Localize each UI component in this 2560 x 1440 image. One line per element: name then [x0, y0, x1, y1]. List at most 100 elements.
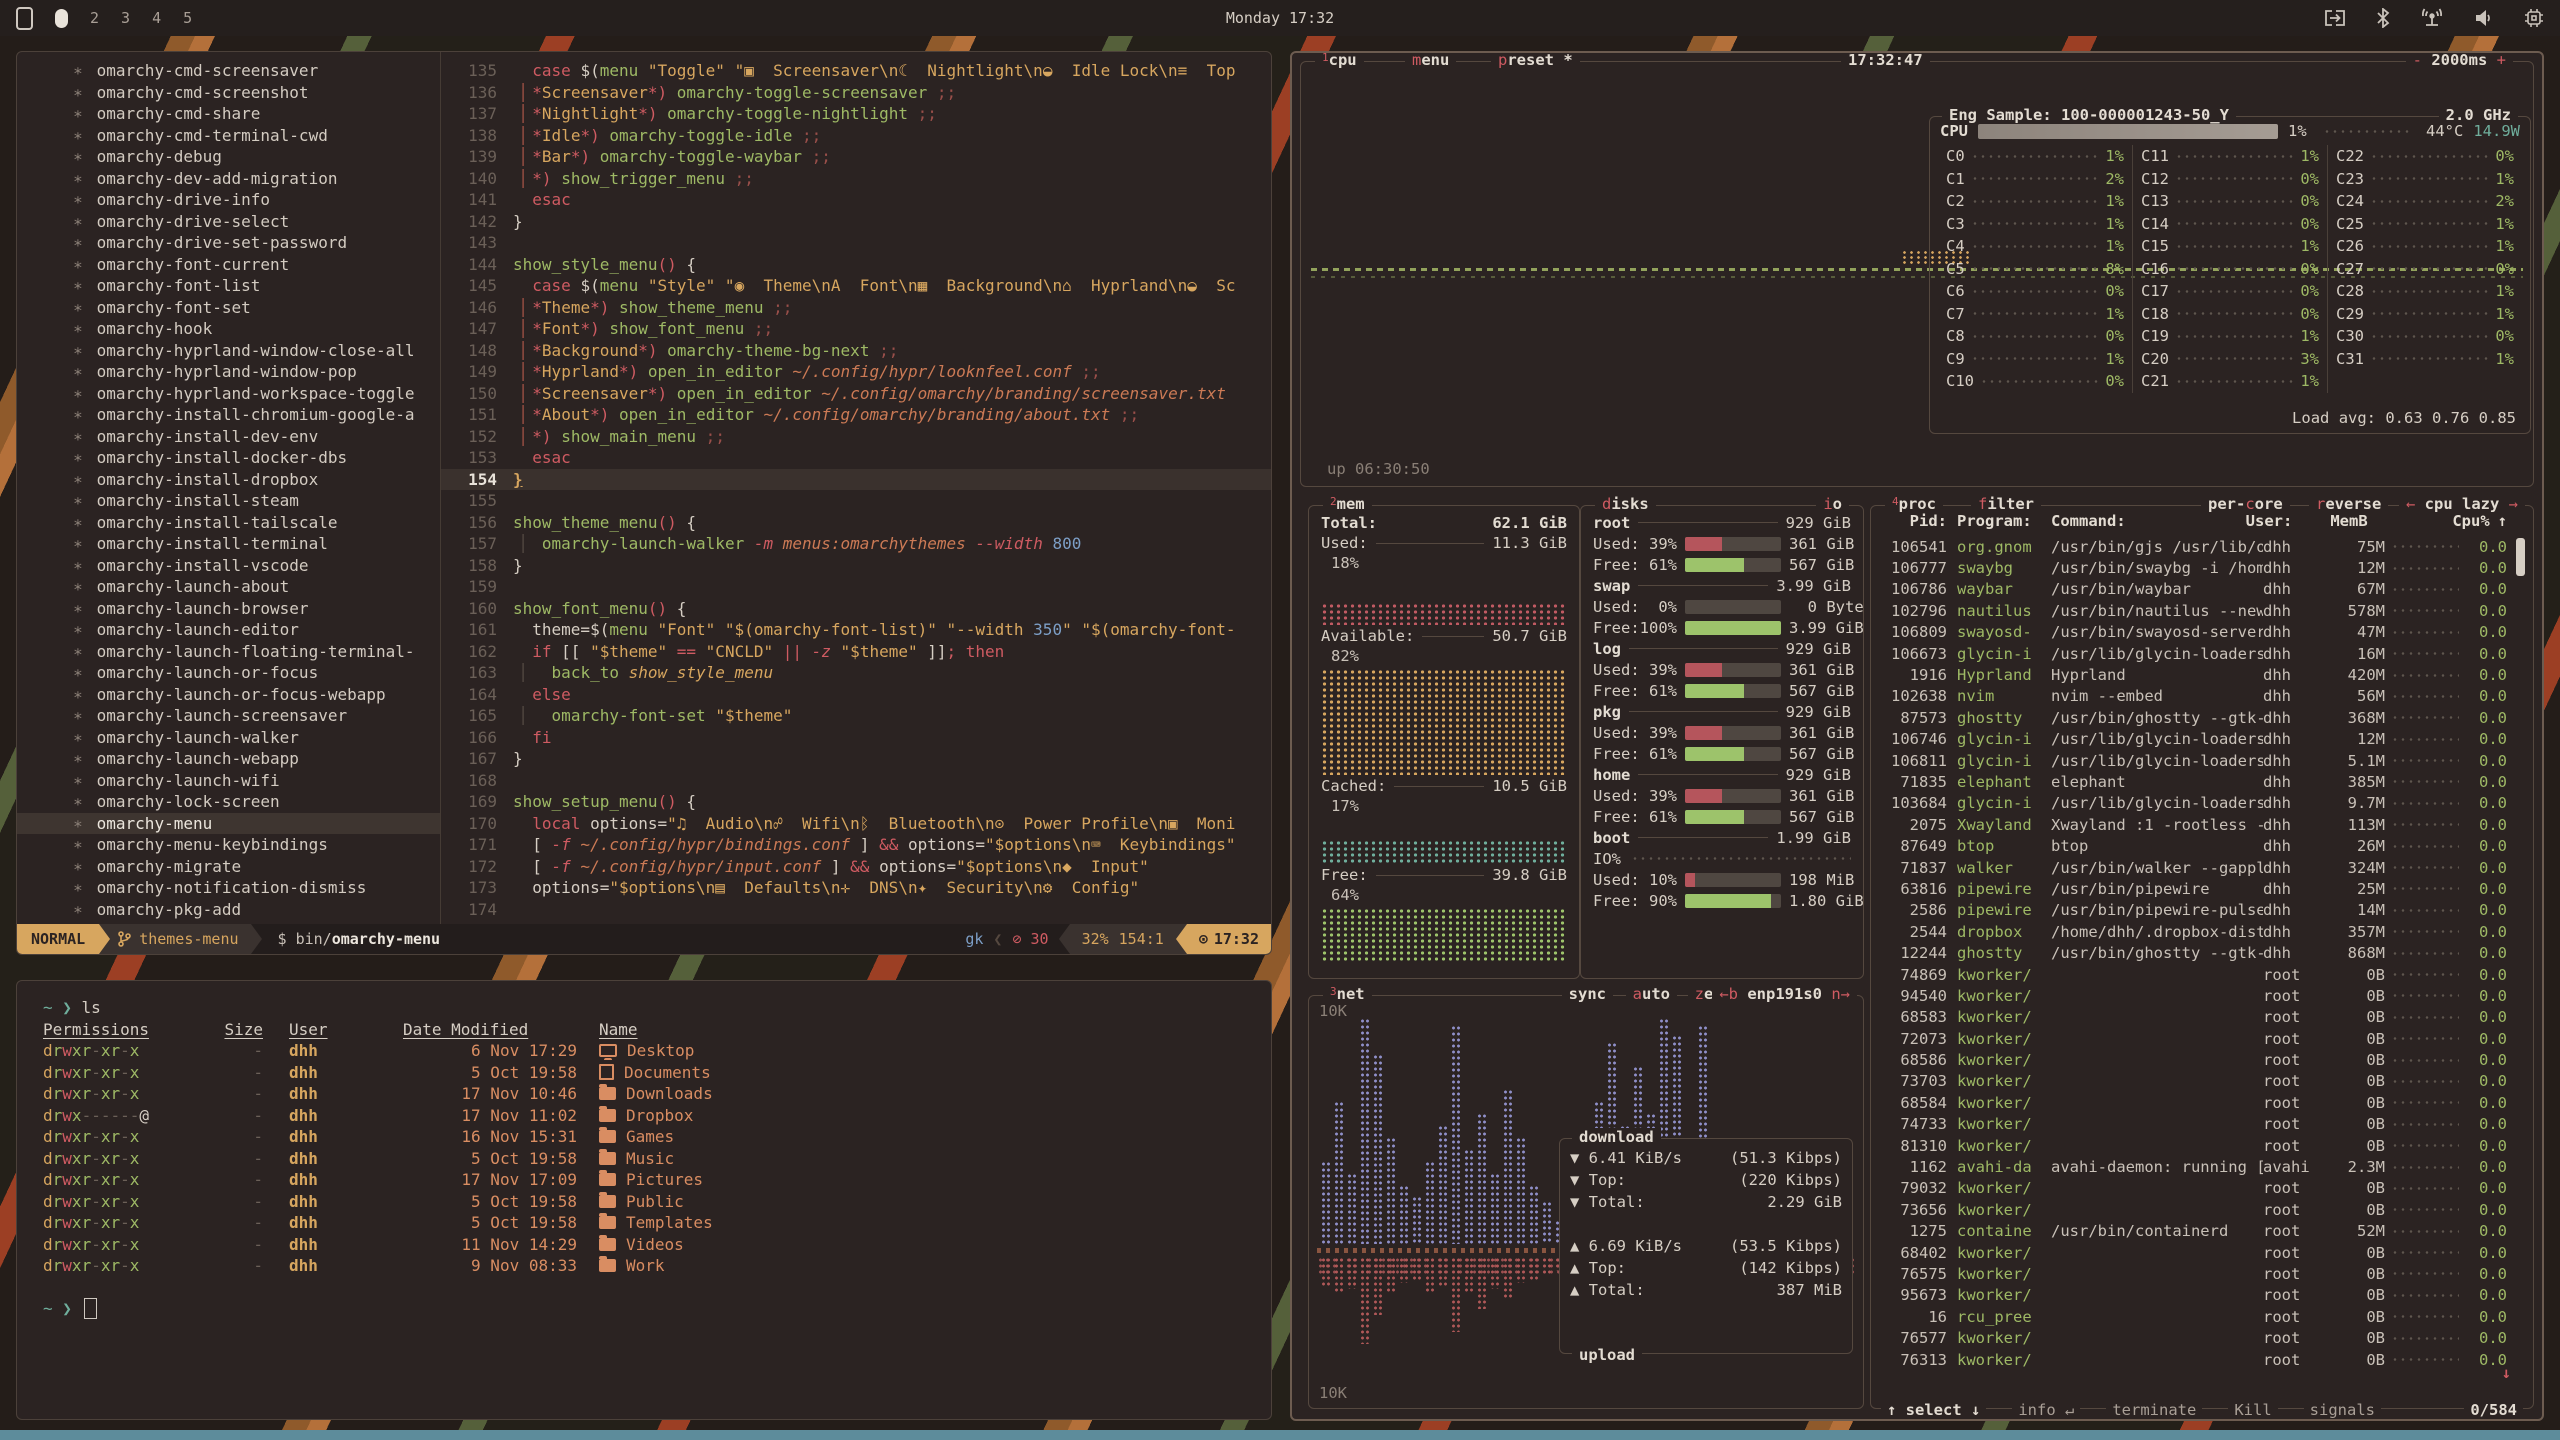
proc-sort-nav[interactable]: ← cpu lazy →: [2399, 495, 2525, 513]
process-row[interactable]: 76577kworker/root0B0.0: [1883, 1327, 2507, 1348]
process-row[interactable]: 106786waybar/usr/bin/waybardhh67M0.0: [1883, 579, 2507, 600]
workspace-5[interactable]: 5: [183, 9, 192, 27]
process-row[interactable]: 106811glycin-i/usr/lib/glycin-loadersdhh…: [1883, 750, 2507, 771]
disks-box-title[interactable]: disks: [1595, 495, 1656, 513]
workspace-device-icon[interactable]: [16, 7, 33, 30]
file-item[interactable]: ∗omarchy-menu: [17, 813, 440, 835]
screencast-icon[interactable]: [2324, 9, 2346, 27]
process-row[interactable]: 106777swaybg/usr/bin/swaybg -i /homdhh12…: [1883, 557, 2507, 578]
net-auto-button[interactable]: auto: [1626, 985, 1677, 1003]
mem-box-title[interactable]: 2mem: [1323, 495, 1372, 513]
file-item[interactable]: ∗omarchy-dev-add-migration: [17, 168, 440, 190]
cpu-box-title[interactable]: 1cpu: [1315, 51, 1364, 69]
file-item[interactable]: ∗omarchy-notification-dismiss: [17, 877, 440, 899]
file-item[interactable]: ∗omarchy-menu-keybindings: [17, 834, 440, 856]
process-row[interactable]: 106746glycin-i/usr/lib/glycin-loadersdhh…: [1883, 729, 2507, 750]
process-row[interactable]: 103684glycin-i/usr/lib/glycin-loadersdhh…: [1883, 793, 2507, 814]
process-row[interactable]: 16rcu_preeroot0B0.0: [1883, 1306, 2507, 1327]
io-toggle[interactable]: io: [1816, 495, 1849, 513]
process-row[interactable]: 94540kworker/root0B0.0: [1883, 985, 2507, 1006]
proc-scrollbar[interactable]: [2516, 538, 2525, 576]
net-interface-switch[interactable]: ←b enp191s0 n→: [1712, 985, 1857, 1003]
process-row[interactable]: 74869kworker/root0B0.0: [1883, 964, 2507, 985]
file-item[interactable]: ∗omarchy-install-docker-dbs: [17, 447, 440, 469]
file-item[interactable]: ∗omarchy-hook: [17, 318, 440, 340]
file-item[interactable]: ∗omarchy-launch-or-focus: [17, 662, 440, 684]
process-row[interactable]: 71835elephantelephantdhh385M0.0: [1883, 771, 2507, 792]
preset-button[interactable]: preset *: [1491, 51, 1580, 69]
volume-icon[interactable]: [2474, 9, 2494, 27]
process-row[interactable]: 95673kworker/root0B0.0: [1883, 1285, 2507, 1306]
process-row[interactable]: 63816pipewire/usr/bin/pipewiredhh25M0.0: [1883, 878, 2507, 899]
chip-icon[interactable]: [2524, 8, 2544, 28]
workspace-3[interactable]: 3: [121, 9, 130, 27]
process-row[interactable]: 68583kworker/root0B0.0: [1883, 1007, 2507, 1028]
file-item[interactable]: ∗omarchy-hyprland-workspace-toggle: [17, 383, 440, 405]
file-item[interactable]: ∗omarchy-install-chromium-google-a: [17, 404, 440, 426]
file-item[interactable]: ∗omarchy-hyprland-window-close-all: [17, 340, 440, 362]
file-item[interactable]: ∗omarchy-drive-set-password: [17, 232, 440, 254]
file-item[interactable]: ∗omarchy-cmd-share: [17, 103, 440, 125]
workspace-2[interactable]: 2: [90, 9, 99, 27]
signals-control[interactable]: signals: [2304, 1401, 2381, 1419]
process-row[interactable]: 76575kworker/root0B0.0: [1883, 1263, 2507, 1284]
file-item[interactable]: ∗omarchy-drive-info: [17, 189, 440, 211]
proc-filter-button[interactable]: filter: [1971, 495, 2041, 513]
file-item[interactable]: ∗omarchy-launch-floating-terminal-: [17, 641, 440, 663]
window-terminal[interactable]: ~ ❯ lsPermissionsSizeUserDate ModifiedNa…: [16, 980, 1272, 1420]
file-item[interactable]: ∗omarchy-install-dev-env: [17, 426, 440, 448]
net-sync-button[interactable]: sync: [1562, 985, 1613, 1003]
proc-box-title[interactable]: 4proc: [1885, 495, 1943, 513]
workspace-active-indicator[interactable]: [55, 9, 68, 28]
scroll-down-icon[interactable]: ↓: [2502, 1364, 2511, 1382]
process-row[interactable]: 68402kworker/root0B0.0: [1883, 1242, 2507, 1263]
kill-control[interactable]: Kill: [2228, 1401, 2277, 1419]
process-row[interactable]: 74733kworker/root0B0.0: [1883, 1114, 2507, 1135]
proc-reverse-button[interactable]: reverse: [2309, 495, 2388, 513]
file-item[interactable]: ∗omarchy-hyprland-window-pop: [17, 361, 440, 383]
process-row[interactable]: 1162avahi-daavahi-daemon: running [avahi…: [1883, 1156, 2507, 1177]
process-row[interactable]: 2075XwaylandXwayland :1 -rootless -dhh11…: [1883, 814, 2507, 835]
process-row[interactable]: 73703kworker/root0B0.0: [1883, 1071, 2507, 1092]
process-row[interactable]: 106541org.gnom/usr/bin/gjs /usr/lib/odhh…: [1883, 536, 2507, 557]
file-item[interactable]: ∗omarchy-install-terminal: [17, 533, 440, 555]
process-row[interactable]: 76313kworker/root0B0.0: [1883, 1349, 2507, 1370]
process-row[interactable]: 79032kworker/root0B0.0: [1883, 1178, 2507, 1199]
process-row[interactable]: 1275containe/usr/bin/containerdroot52M0.…: [1883, 1221, 2507, 1242]
file-item[interactable]: ∗omarchy-launch-webapp: [17, 748, 440, 770]
file-item[interactable]: ∗omarchy-cmd-screenshot: [17, 82, 440, 104]
file-item[interactable]: ∗omarchy-install-steam: [17, 490, 440, 512]
process-row[interactable]: 68586kworker/root0B0.0: [1883, 1049, 2507, 1070]
terminate-control[interactable]: terminate: [2106, 1401, 2202, 1419]
workspace-4[interactable]: 4: [152, 9, 161, 27]
file-item[interactable]: ∗omarchy-pkg-add: [17, 899, 440, 921]
info-control[interactable]: info ↵: [2012, 1401, 2080, 1419]
process-row[interactable]: 106673glycin-i/usr/lib/glycin-loadersdhh…: [1883, 643, 2507, 664]
process-row[interactable]: 73656kworker/root0B0.0: [1883, 1199, 2507, 1220]
menu-button[interactable]: menu: [1405, 51, 1456, 69]
file-item[interactable]: ∗omarchy-drive-select: [17, 211, 440, 233]
file-item[interactable]: ∗omarchy-migrate: [17, 856, 440, 878]
file-item[interactable]: ∗omarchy-launch-or-focus-webapp: [17, 684, 440, 706]
bluetooth-icon[interactable]: [2376, 8, 2390, 28]
file-item[interactable]: ∗omarchy-launch-walker: [17, 727, 440, 749]
process-row[interactable]: 102796nautilus/usr/bin/nautilus --newdhh…: [1883, 600, 2507, 621]
file-item[interactable]: ∗omarchy-font-set: [17, 297, 440, 319]
process-row[interactable]: 72073kworker/root0B0.0: [1883, 1028, 2507, 1049]
file-item[interactable]: ∗omarchy-launch-screensaver: [17, 705, 440, 727]
file-item[interactable]: ∗omarchy-install-dropbox: [17, 469, 440, 491]
file-item[interactable]: ∗omarchy-cmd-terminal-cwd: [17, 125, 440, 147]
file-item[interactable]: ∗omarchy-install-tailscale: [17, 512, 440, 534]
process-row[interactable]: 81310kworker/root0B0.0: [1883, 1135, 2507, 1156]
file-item[interactable]: ∗omarchy-font-list: [17, 275, 440, 297]
file-item[interactable]: ∗omarchy-launch-wifi: [17, 770, 440, 792]
process-row[interactable]: 1916HyprlandHyprlanddhh420M0.0: [1883, 664, 2507, 685]
process-row[interactable]: 106809swayosd-/usr/bin/swayosd-serverdhh…: [1883, 622, 2507, 643]
process-row[interactable]: 2544dropbox/home/dhh/.dropbox-distdhh357…: [1883, 921, 2507, 942]
file-item[interactable]: ∗omarchy-lock-screen: [17, 791, 440, 813]
network-icon[interactable]: [2420, 8, 2444, 28]
file-item[interactable]: ∗omarchy-cmd-screensaver: [17, 60, 440, 82]
process-row[interactable]: 102638nvimnvim --embeddhh56M0.0: [1883, 686, 2507, 707]
process-row[interactable]: 87649btopbtopdhh26M0.0: [1883, 835, 2507, 856]
process-row[interactable]: 68584kworker/root0B0.0: [1883, 1092, 2507, 1113]
